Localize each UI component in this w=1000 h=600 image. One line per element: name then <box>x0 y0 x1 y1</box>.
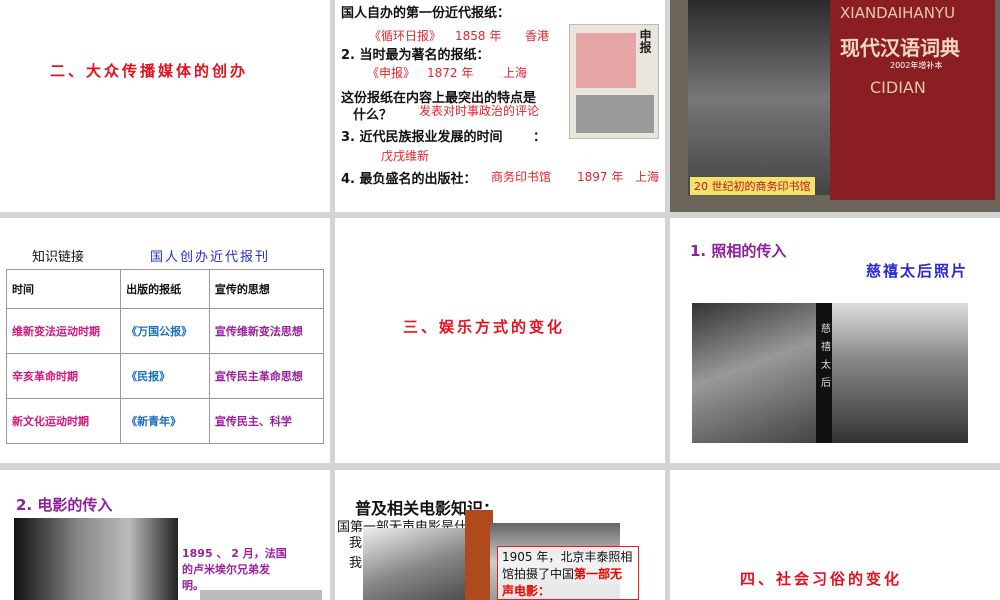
answer: 1858 年 <box>455 29 502 43</box>
table-row: 维新变法运动时期 《万国公报》 宣传维新变法思想 <box>5 308 325 354</box>
question-line: 我 <box>349 536 363 551</box>
slide-title: 三、娱乐方式的变化 <box>403 318 566 336</box>
cell: 宣传维新变法思想 <box>208 308 325 354</box>
invention-text: 1895 、 2 月，法国的卢米埃尔兄弟发明。 <box>182 547 287 592</box>
slide-6[interactable]: 1. 照相的传入 慈禧太后照片 慈禧太后 <box>670 218 1000 463</box>
vertical-caption-strip: 慈禧太后 <box>816 303 832 443</box>
photo-caption: 20 世纪初的商务印书馆 <box>690 177 815 195</box>
cell: 辛亥革命时期 <box>5 353 122 399</box>
answer: 《循环日报》 <box>369 29 442 43</box>
header-cell: 时间 <box>5 269 122 309</box>
table-heading: 国人创办近代报刊 <box>150 250 271 265</box>
newspaper-table: 时间 出版的报纸 宣传的思想 维新变法运动时期 《万国公报》 宣传维新变法思想 辛亥革命… <box>5 269 325 444</box>
vertical-caption: 慈禧太后 <box>818 323 830 395</box>
question-2c: 什么？ <box>353 108 393 123</box>
cell: 《民报》 <box>120 353 210 399</box>
answer: 戊戌维新 <box>381 149 430 163</box>
answer: 香港 <box>525 29 550 43</box>
answer: 《申报》 <box>367 66 416 80</box>
book-edition: 2002年增补本 <box>890 61 943 70</box>
answer: 发表对时事政治的评论 <box>419 104 540 118</box>
cell: 宣传民主、科学 <box>208 398 325 444</box>
answer: 商务印书馆 <box>491 170 552 184</box>
question-4: 4. 最负盛名的出版社： <box>341 172 477 187</box>
answer: 上海 <box>635 170 660 184</box>
book-subtitle: CIDIAN <box>870 78 926 97</box>
cell: 宣传民主革命思想 <box>208 353 325 399</box>
colon: ： <box>533 130 547 145</box>
slide-7[interactable]: 2. 电影的传入 1895 、 2 月，法国的卢米埃尔兄弟发明。 <box>0 470 330 600</box>
cixi-group-photo <box>832 303 968 443</box>
commercial-press-photo <box>688 0 838 195</box>
answer: 1872 年 <box>427 66 474 80</box>
question-1: 国人自办的第一份近代报纸： <box>341 6 511 21</box>
film-projector-image <box>200 590 322 600</box>
slide-8[interactable]: 普及相关电影知识： 国第一部无声电影是什么？ 我 我 1905 年，北京丰泰照相… <box>335 470 665 600</box>
cell: 维新变法运动时期 <box>5 308 122 354</box>
book-title-en: XIANDAIHANYU <box>840 4 956 22</box>
slide-3[interactable]: XIANDAIHANYU 现代汉语词典 2002年增补本 CIDIAN 20 世… <box>670 0 1000 212</box>
header-cell: 出版的报纸 <box>120 269 210 309</box>
film-poster <box>465 510 493 600</box>
slide-heading: 2. 电影的传入 <box>16 496 113 514</box>
newspaper-image: 申报 <box>569 24 659 139</box>
answer: 1897 年 <box>577 170 624 184</box>
slide-title: 二、大众传播媒体的创办 <box>50 62 249 80</box>
slide-title: 四、社会习俗的变化 <box>740 570 903 588</box>
cell: 《万国公报》 <box>120 308 210 354</box>
slide-1[interactable]: 二、大众传播媒体的创办 <box>0 0 330 212</box>
header-cell: 宣传的思想 <box>208 269 325 309</box>
cell: 新文化运动时期 <box>5 398 122 444</box>
lumiere-brothers-photo <box>14 518 178 600</box>
table-row: 辛亥革命时期 《民报》 宣传民主革命思想 <box>5 353 325 399</box>
photo-caption: 慈禧太后照片 <box>865 262 968 280</box>
table-row: 新文化运动时期 《新青年》 宣传民主、科学 <box>5 398 325 444</box>
slide-4[interactable]: 知识链接 国人创办近代报刊 时间 出版的报纸 宣传的思想 维新变法运动时期 《万国公报… <box>0 218 330 463</box>
cixi-portrait <box>692 303 816 443</box>
slide-heading: 1. 照相的传入 <box>690 242 787 260</box>
slide-2[interactable]: 国人自办的第一份近代报纸： 《循环日报》 1858 年 香港 2. 当时最为著名… <box>335 0 665 212</box>
info-box: 1905 年，北京丰泰照相馆拍摄了中国第一部无声电影： <box>497 546 639 600</box>
dictionary-cover: XIANDAIHANYU 现代汉语词典 2002年增补本 CIDIAN <box>830 0 995 200</box>
slide-9[interactable]: 四、社会习俗的变化 <box>670 470 1000 600</box>
question-3: 3. 近代民族报业发展的时间 <box>341 130 503 145</box>
question-line: 我 <box>349 556 363 571</box>
knowledge-link-label: 知识链接 <box>32 250 85 265</box>
question-2: 2. 当时最为著名的报纸： <box>341 48 490 63</box>
book-title-cn: 现代汉语词典 <box>840 36 960 60</box>
slide-5[interactable]: 三、娱乐方式的变化 <box>335 218 665 463</box>
answer: 上海 <box>503 66 528 80</box>
newspaper-masthead: 申报 <box>638 29 652 53</box>
cell: 《新青年》 <box>120 398 210 444</box>
